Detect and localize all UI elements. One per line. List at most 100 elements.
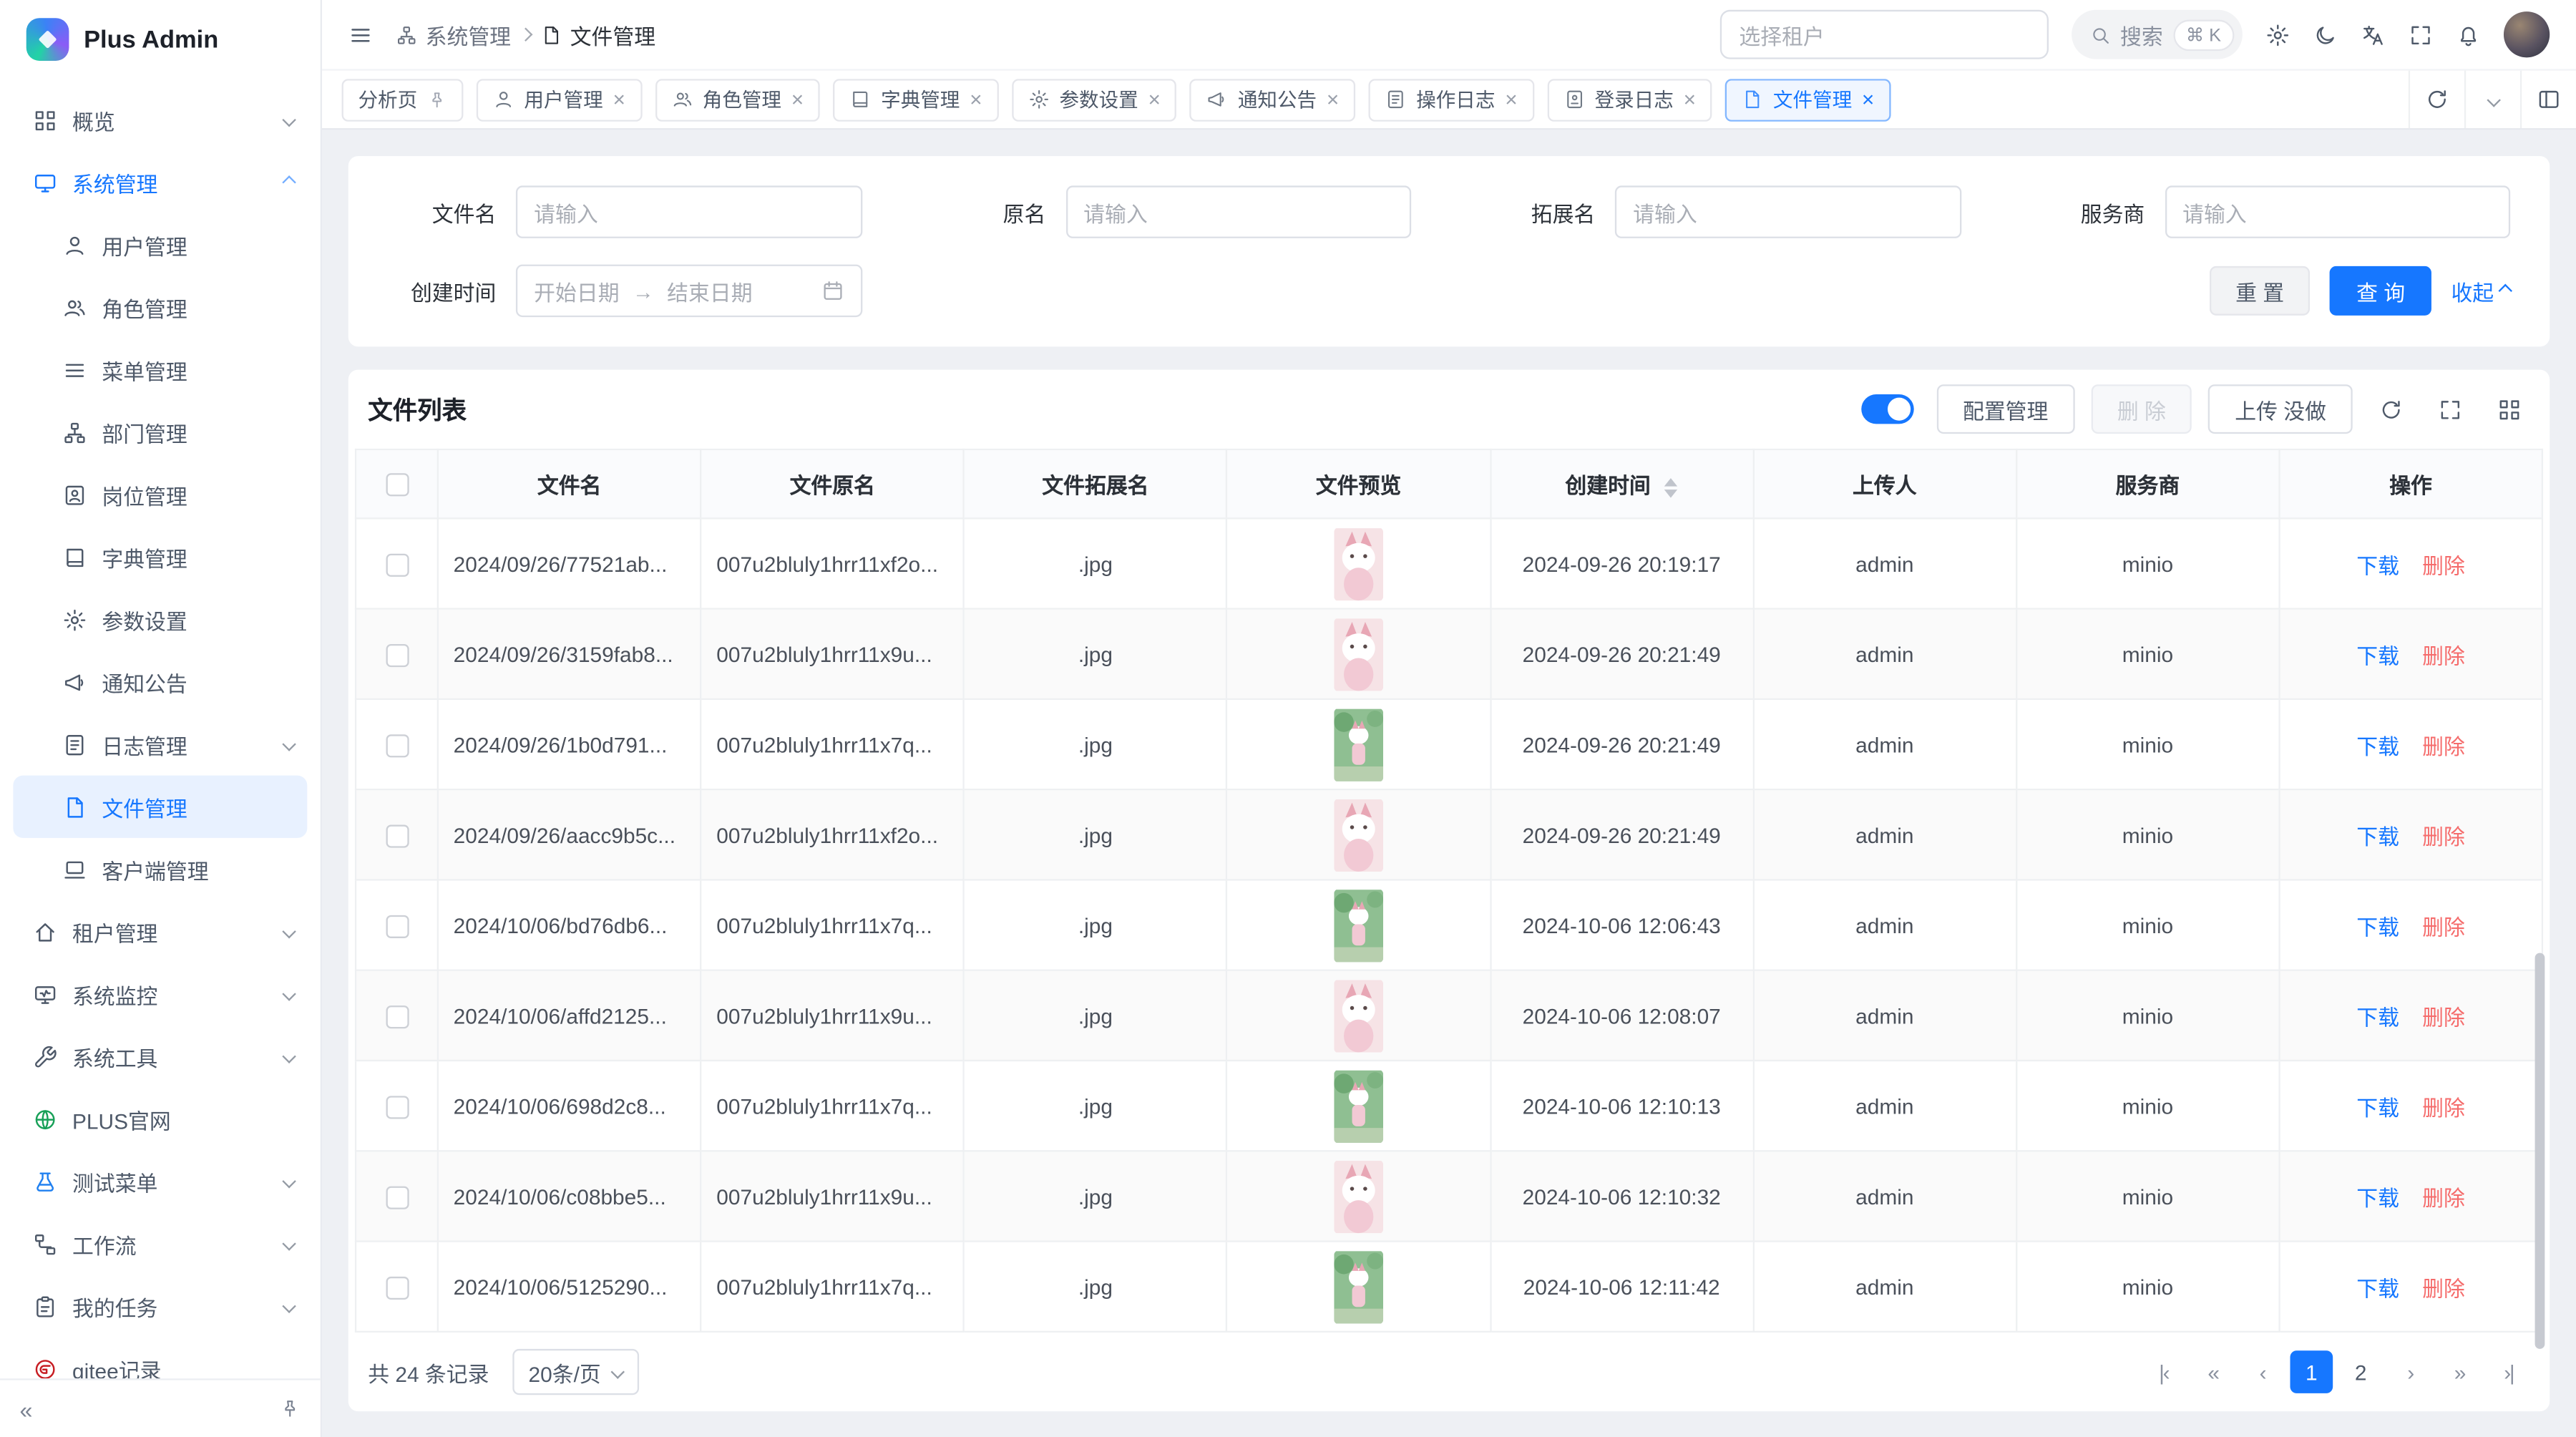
tenant-select[interactable]: 选择租户: [1719, 10, 2048, 59]
delete-link[interactable]: 删除: [2422, 1276, 2465, 1300]
sidebar-item-post-mgmt[interactable]: 岗位管理: [13, 463, 307, 525]
sidebar-item-client-mgmt[interactable]: 客户端管理: [13, 838, 307, 900]
sidebar-item-system-tools[interactable]: 系统工具: [13, 1026, 307, 1088]
refresh-table-button[interactable]: [2369, 388, 2412, 431]
fullscreen-icon[interactable]: [2409, 22, 2433, 47]
upload-button[interactable]: 上传 没做: [2209, 384, 2353, 434]
close-icon[interactable]: ×: [970, 89, 982, 110]
sidebar-item-param-settings[interactable]: 参数设置: [13, 588, 307, 651]
config-management-button[interactable]: 配置管理: [1936, 384, 2074, 434]
file-preview-image[interactable]: [1334, 888, 1383, 962]
delete-link[interactable]: 删除: [2422, 1005, 2465, 1029]
tab-actions-menu-button[interactable]: [2464, 71, 2520, 128]
sidebar-item-role-mgmt[interactable]: 角色管理: [13, 276, 307, 338]
fast-prev-button[interactable]: «: [2192, 1350, 2235, 1393]
sidebar-item-menu-mgmt[interactable]: 菜单管理: [13, 338, 307, 401]
pin-icon[interactable]: [279, 1398, 301, 1420]
row-checkbox[interactable]: [385, 915, 408, 937]
first-page-button[interactable]: |‹: [2142, 1350, 2185, 1393]
sidebar-item-test-menu[interactable]: 测试菜单: [13, 1150, 307, 1212]
sidebar-item-workflow[interactable]: 工作流: [13, 1212, 307, 1275]
app-logo[interactable]: Plus Admin: [0, 0, 321, 79]
tab-notice[interactable]: 通知公告×: [1190, 78, 1355, 121]
row-checkbox[interactable]: [385, 734, 408, 757]
table-scrollbar[interactable]: [2535, 953, 2545, 1349]
col-create-time[interactable]: 创建时间: [1490, 449, 1753, 518]
sidebar-item-dict-mgmt[interactable]: 字典管理: [13, 526, 307, 588]
tab-login-log[interactable]: 登录日志×: [1547, 78, 1712, 121]
delete-link[interactable]: 删除: [2422, 915, 2465, 939]
global-search[interactable]: 搜索 ⌘ K: [2071, 10, 2243, 59]
sidebar-item-system-mgmt[interactable]: 系统管理: [13, 151, 307, 213]
file-preview-image[interactable]: [1334, 707, 1383, 781]
close-icon[interactable]: ×: [1862, 89, 1874, 110]
fast-next-button[interactable]: »: [2438, 1350, 2481, 1393]
sidebar-item-file-mgmt[interactable]: 文件管理: [13, 776, 307, 838]
extension-input[interactable]: 请输入: [1615, 185, 1961, 238]
row-checkbox[interactable]: [385, 1186, 408, 1209]
sidebar-item-dept-mgmt[interactable]: 部门管理: [13, 401, 307, 463]
page-2-button[interactable]: 2: [2339, 1350, 2382, 1393]
row-checkbox[interactable]: [385, 553, 408, 576]
table-fullscreen-button[interactable]: [2428, 388, 2471, 431]
row-checkbox[interactable]: [385, 1005, 408, 1028]
page-1-button[interactable]: 1: [2290, 1350, 2333, 1393]
pin-icon[interactable]: [427, 89, 447, 109]
close-icon[interactable]: ×: [1148, 89, 1161, 110]
file-preview-image[interactable]: [1334, 978, 1383, 1052]
page-size-select[interactable]: 20条/页: [512, 1349, 639, 1395]
download-link[interactable]: 下载: [2356, 1095, 2399, 1119]
layout-toggle-button[interactable]: [2520, 71, 2576, 128]
dark-mode-moon-icon[interactable]: [2313, 22, 2338, 47]
sidebar-item-notice[interactable]: 通知公告: [13, 651, 307, 713]
file-preview-image[interactable]: [1334, 617, 1383, 691]
filename-input[interactable]: 请输入: [516, 185, 862, 238]
date-range-input[interactable]: 开始日期 → 结束日期: [516, 265, 862, 317]
sidebar-item-my-tasks[interactable]: 我的任务: [13, 1275, 307, 1338]
refresh-tab-button[interactable]: [2409, 71, 2464, 128]
column-settings-button[interactable]: [2487, 388, 2530, 431]
file-preview-image[interactable]: [1334, 1068, 1383, 1142]
show-search-toggle[interactable]: [1861, 394, 1913, 424]
user-avatar[interactable]: [2504, 11, 2550, 57]
reset-button[interactable]: 重 置: [2209, 266, 2310, 316]
collapse-sidebar-button[interactable]: «: [20, 1398, 33, 1421]
origin-name-input[interactable]: 请输入: [1065, 185, 1411, 238]
file-preview-image[interactable]: [1334, 1250, 1383, 1323]
sort-carets-icon[interactable]: [1665, 477, 1678, 497]
download-link[interactable]: 下载: [2356, 643, 2399, 668]
breadcrumb-item-file[interactable]: 文件管理: [540, 19, 655, 50]
settings-gear-icon[interactable]: [2265, 22, 2290, 47]
notifications-bell-icon[interactable]: [2456, 22, 2480, 47]
menu-toggle-icon[interactable]: [348, 22, 373, 47]
delete-link[interactable]: 删除: [2422, 824, 2465, 848]
delete-link[interactable]: 删除: [2422, 643, 2465, 668]
translate-icon[interactable]: [2361, 22, 2385, 47]
file-preview-image[interactable]: [1334, 1159, 1383, 1233]
provider-input[interactable]: 请输入: [2165, 185, 2510, 238]
download-link[interactable]: 下载: [2356, 1276, 2399, 1300]
sidebar-item-plus-site[interactable]: PLUS官网: [13, 1088, 307, 1150]
next-page-button[interactable]: ›: [2389, 1350, 2431, 1393]
download-link[interactable]: 下载: [2356, 824, 2399, 848]
select-all-checkbox[interactable]: [385, 474, 408, 497]
sidebar-item-user-mgmt[interactable]: 用户管理: [13, 213, 307, 276]
download-link[interactable]: 下载: [2356, 1185, 2399, 1209]
close-icon[interactable]: ×: [1684, 89, 1696, 110]
close-icon[interactable]: ×: [1505, 89, 1517, 110]
collapse-filter-link[interactable]: 收起: [2451, 276, 2510, 307]
sidebar-item-system-monitor[interactable]: 系统监控: [13, 963, 307, 1025]
delete-link[interactable]: 删除: [2422, 1185, 2465, 1209]
sidebar-item-log-mgmt[interactable]: 日志管理: [13, 713, 307, 775]
row-checkbox[interactable]: [385, 643, 408, 666]
batch-delete-button[interactable]: 删 除: [2091, 384, 2192, 434]
last-page-button[interactable]: ›|: [2487, 1350, 2530, 1393]
delete-link[interactable]: 删除: [2422, 734, 2465, 758]
row-checkbox[interactable]: [385, 1276, 408, 1299]
file-preview-image[interactable]: [1334, 527, 1383, 600]
tab-dict-mgmt[interactable]: 字典管理×: [834, 78, 999, 121]
sidebar-item-tenant-mgmt[interactable]: 租户管理: [13, 900, 307, 963]
close-icon[interactable]: ×: [613, 89, 625, 110]
tab-role-mgmt[interactable]: 角色管理×: [655, 78, 820, 121]
query-button[interactable]: 查 询: [2330, 266, 2431, 316]
